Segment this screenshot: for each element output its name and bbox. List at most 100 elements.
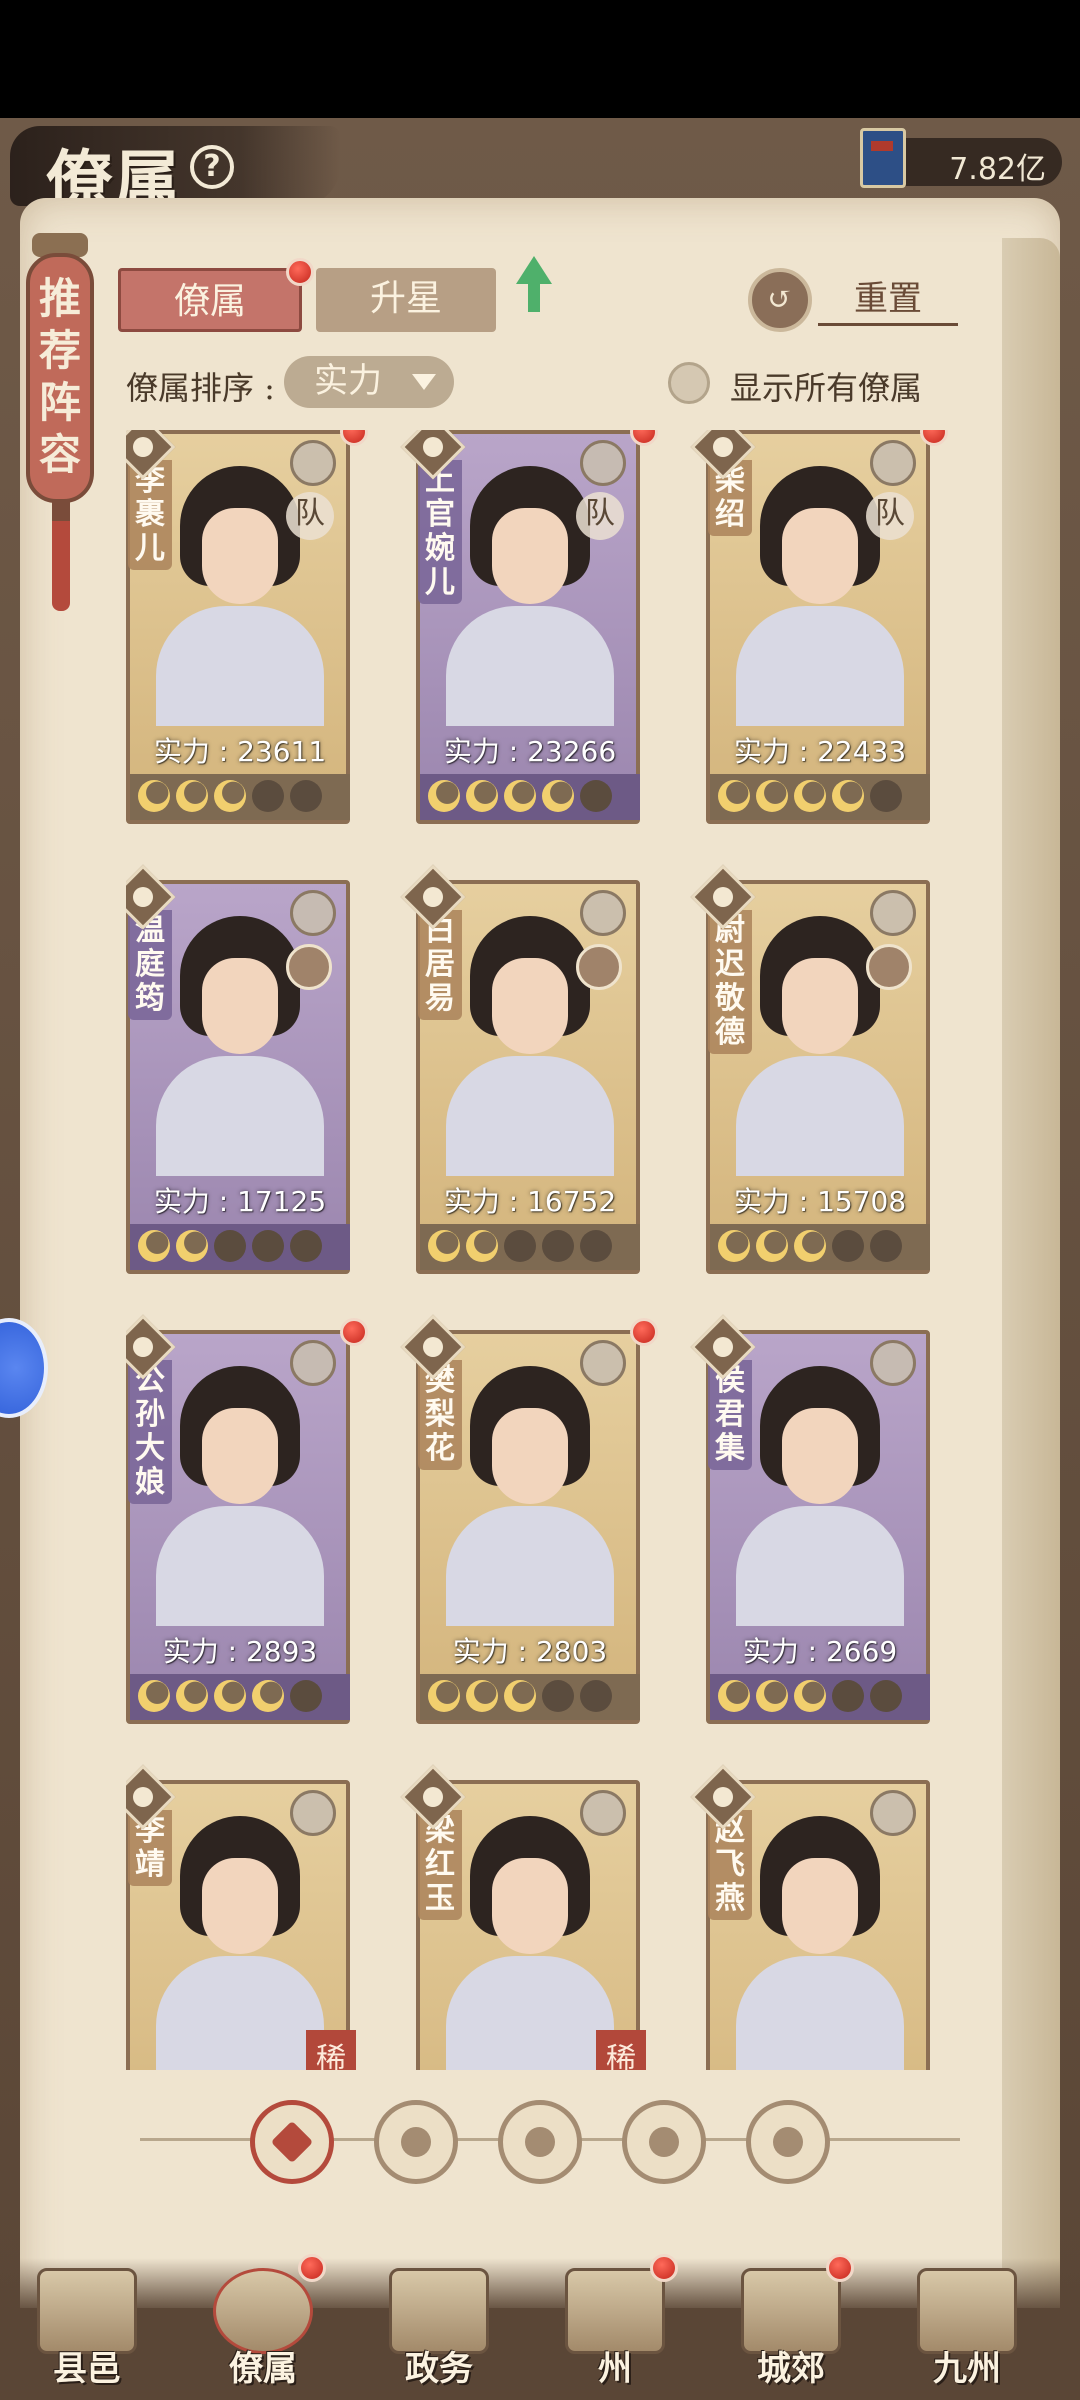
moon-star-icon (756, 1230, 788, 1262)
portrait-body (736, 1506, 904, 1626)
nav-item[interactable]: 城郊 (716, 2254, 866, 2400)
faction-icon (290, 440, 336, 486)
currency-display[interactable]: 7.82亿 (860, 128, 1062, 188)
sort-dropdown[interactable]: 实力 (284, 356, 454, 408)
status-bar (0, 0, 1080, 118)
subordinate-card[interactable]: 李靖稀有 (126, 1764, 362, 2070)
character-name: 赵飞燕 (715, 1813, 745, 1916)
subordinate-card[interactable]: 公孙大娘实力 : 2893 (126, 1314, 368, 1734)
bell-filter-icon[interactable] (374, 2100, 458, 2184)
book-icon (860, 128, 906, 188)
upgrade-arrow-stem (528, 282, 540, 312)
header: 僚属 ? 7.82亿 (0, 118, 1080, 220)
faction-icon (580, 890, 626, 936)
subordinate-card[interactable]: 赵飞燕 (690, 1764, 942, 2070)
portrait-body (736, 1956, 904, 2070)
nav-item[interactable]: 九州 (892, 2258, 1042, 2400)
fan-filter-icon[interactable] (622, 2100, 706, 2184)
reset-icon[interactable]: ↺ (748, 268, 812, 332)
nav-item[interactable]: 政务 (364, 2258, 514, 2400)
notification-dot (298, 2254, 326, 2282)
nav-label: 僚属 (229, 2349, 297, 2389)
subordinate-card[interactable]: 白居易实力 : 16752 (400, 864, 652, 1284)
reset-button[interactable]: 重置 (818, 276, 958, 326)
moon-star-icon (290, 1680, 322, 1712)
moon-star-icon (542, 780, 574, 812)
nav-item[interactable]: 县邑 (12, 2258, 162, 2400)
all-filter-icon[interactable] (250, 2100, 334, 2184)
subordinate-card[interactable]: 李裹儿 队实力 : 23611 (126, 430, 368, 834)
notification-dot (340, 1318, 368, 1346)
subordinate-card[interactable]: 侯君集实力 : 2669 (690, 1314, 942, 1734)
cat-filter-icon[interactable] (498, 2100, 582, 2184)
show-all-label: 显示所有僚属 (730, 369, 923, 407)
portrait-image (150, 1366, 330, 1626)
subordinate-card[interactable]: 尉迟敬德实力 : 15708 (690, 864, 942, 1284)
moon-star-icon (794, 780, 826, 812)
power-value: 实力 : 15708 (733, 1185, 907, 1218)
tab-row: 僚属 升星 ↺ 重置 (118, 256, 1018, 332)
partner-avatar (866, 944, 912, 990)
character-name: 梁红玉 (425, 1813, 455, 1916)
chevron-down-icon (412, 374, 436, 390)
nav-item[interactable]: 僚属 (188, 2254, 338, 2400)
moon-star-icon (290, 1230, 322, 1262)
subordinate-card[interactable]: 温庭筠实力 : 17125 (126, 864, 362, 1284)
subordinate-card[interactable]: 柴绍 队实力 : 22433 (690, 430, 948, 834)
portrait-image (440, 1366, 620, 1626)
power-value: 实力 : 2893 (162, 1635, 318, 1668)
star-rating (710, 1674, 930, 1720)
moon-star-icon (718, 1230, 750, 1262)
moon-star-icon (428, 780, 460, 812)
star-rating (420, 774, 640, 820)
character-name: 温庭筠 (135, 913, 165, 1016)
moon-star-icon (580, 780, 612, 812)
moon-star-icon (138, 780, 170, 812)
moon-star-icon (870, 1230, 902, 1262)
moon-star-icon (176, 780, 208, 812)
moon-star-icon (252, 1680, 284, 1712)
moon-star-icon (580, 1680, 612, 1712)
show-all-checkbox[interactable] (668, 362, 710, 404)
subordinate-card[interactable]: 上官婉儿 队实力 : 23266 (400, 430, 658, 834)
subordinate-card[interactable]: 梁红玉稀有 (400, 1764, 652, 2070)
filter-row (120, 2090, 980, 2190)
moon-star-icon (580, 1230, 612, 1262)
name-strip: 李裹儿 (128, 460, 172, 570)
moon-star-icon (504, 780, 536, 812)
currency-amount: 7.82亿 (949, 152, 1046, 187)
help-button[interactable]: ? (190, 145, 234, 189)
game-screen: 僚属 ? 7.82亿 推荐阵容 僚属 升星 ↺ 重置 僚属排序 : 实力 显示所… (0, 118, 1080, 2400)
portrait-body (156, 1506, 324, 1626)
moon-star-icon (214, 1230, 246, 1262)
bottom-nav: 县邑 僚属 政务 州 城郊 九州 (0, 2254, 1080, 2400)
character-name: 樊梨花 (425, 1363, 455, 1466)
moon-star-icon (428, 1680, 460, 1712)
ribbon-label: 推荐阵容 (38, 274, 81, 479)
moon-star-icon (794, 1680, 826, 1712)
subordinate-card[interactable]: 樊梨花实力 : 2803 (400, 1314, 658, 1734)
portrait-body (446, 1056, 614, 1176)
moon-star-icon (504, 1680, 536, 1712)
tab-subordinates[interactable]: 僚属 (118, 268, 302, 332)
faction-icon (580, 440, 626, 486)
moon-star-icon (832, 1230, 864, 1262)
nav-item[interactable]: 州 (540, 2254, 690, 2400)
name-strip: 白居易 (418, 910, 462, 1020)
star-rating (420, 1224, 640, 1270)
name-strip: 樊梨花 (418, 1360, 462, 1470)
lion-filter-icon[interactable] (746, 2100, 830, 2184)
subordinate-grid: 李裹儿 队实力 : 23611 上官婉儿 队实力 : 23266 柴绍 队实力 : 224… (126, 430, 986, 2070)
star-rating (130, 1674, 350, 1720)
sort-label: 僚属排序 : (126, 369, 275, 407)
character-name: 李靖 (135, 1813, 165, 1882)
portrait-face (782, 1408, 858, 1504)
recommended-lineup-button[interactable]: 推荐阵容 (12, 233, 108, 633)
portrait-face (782, 958, 858, 1054)
tab-star-up[interactable]: 升星 (316, 268, 496, 332)
moon-star-icon (466, 780, 498, 812)
moon-star-icon (252, 1230, 284, 1262)
portrait-body (736, 1056, 904, 1176)
portrait-face (492, 958, 568, 1054)
portrait-body (156, 606, 324, 726)
